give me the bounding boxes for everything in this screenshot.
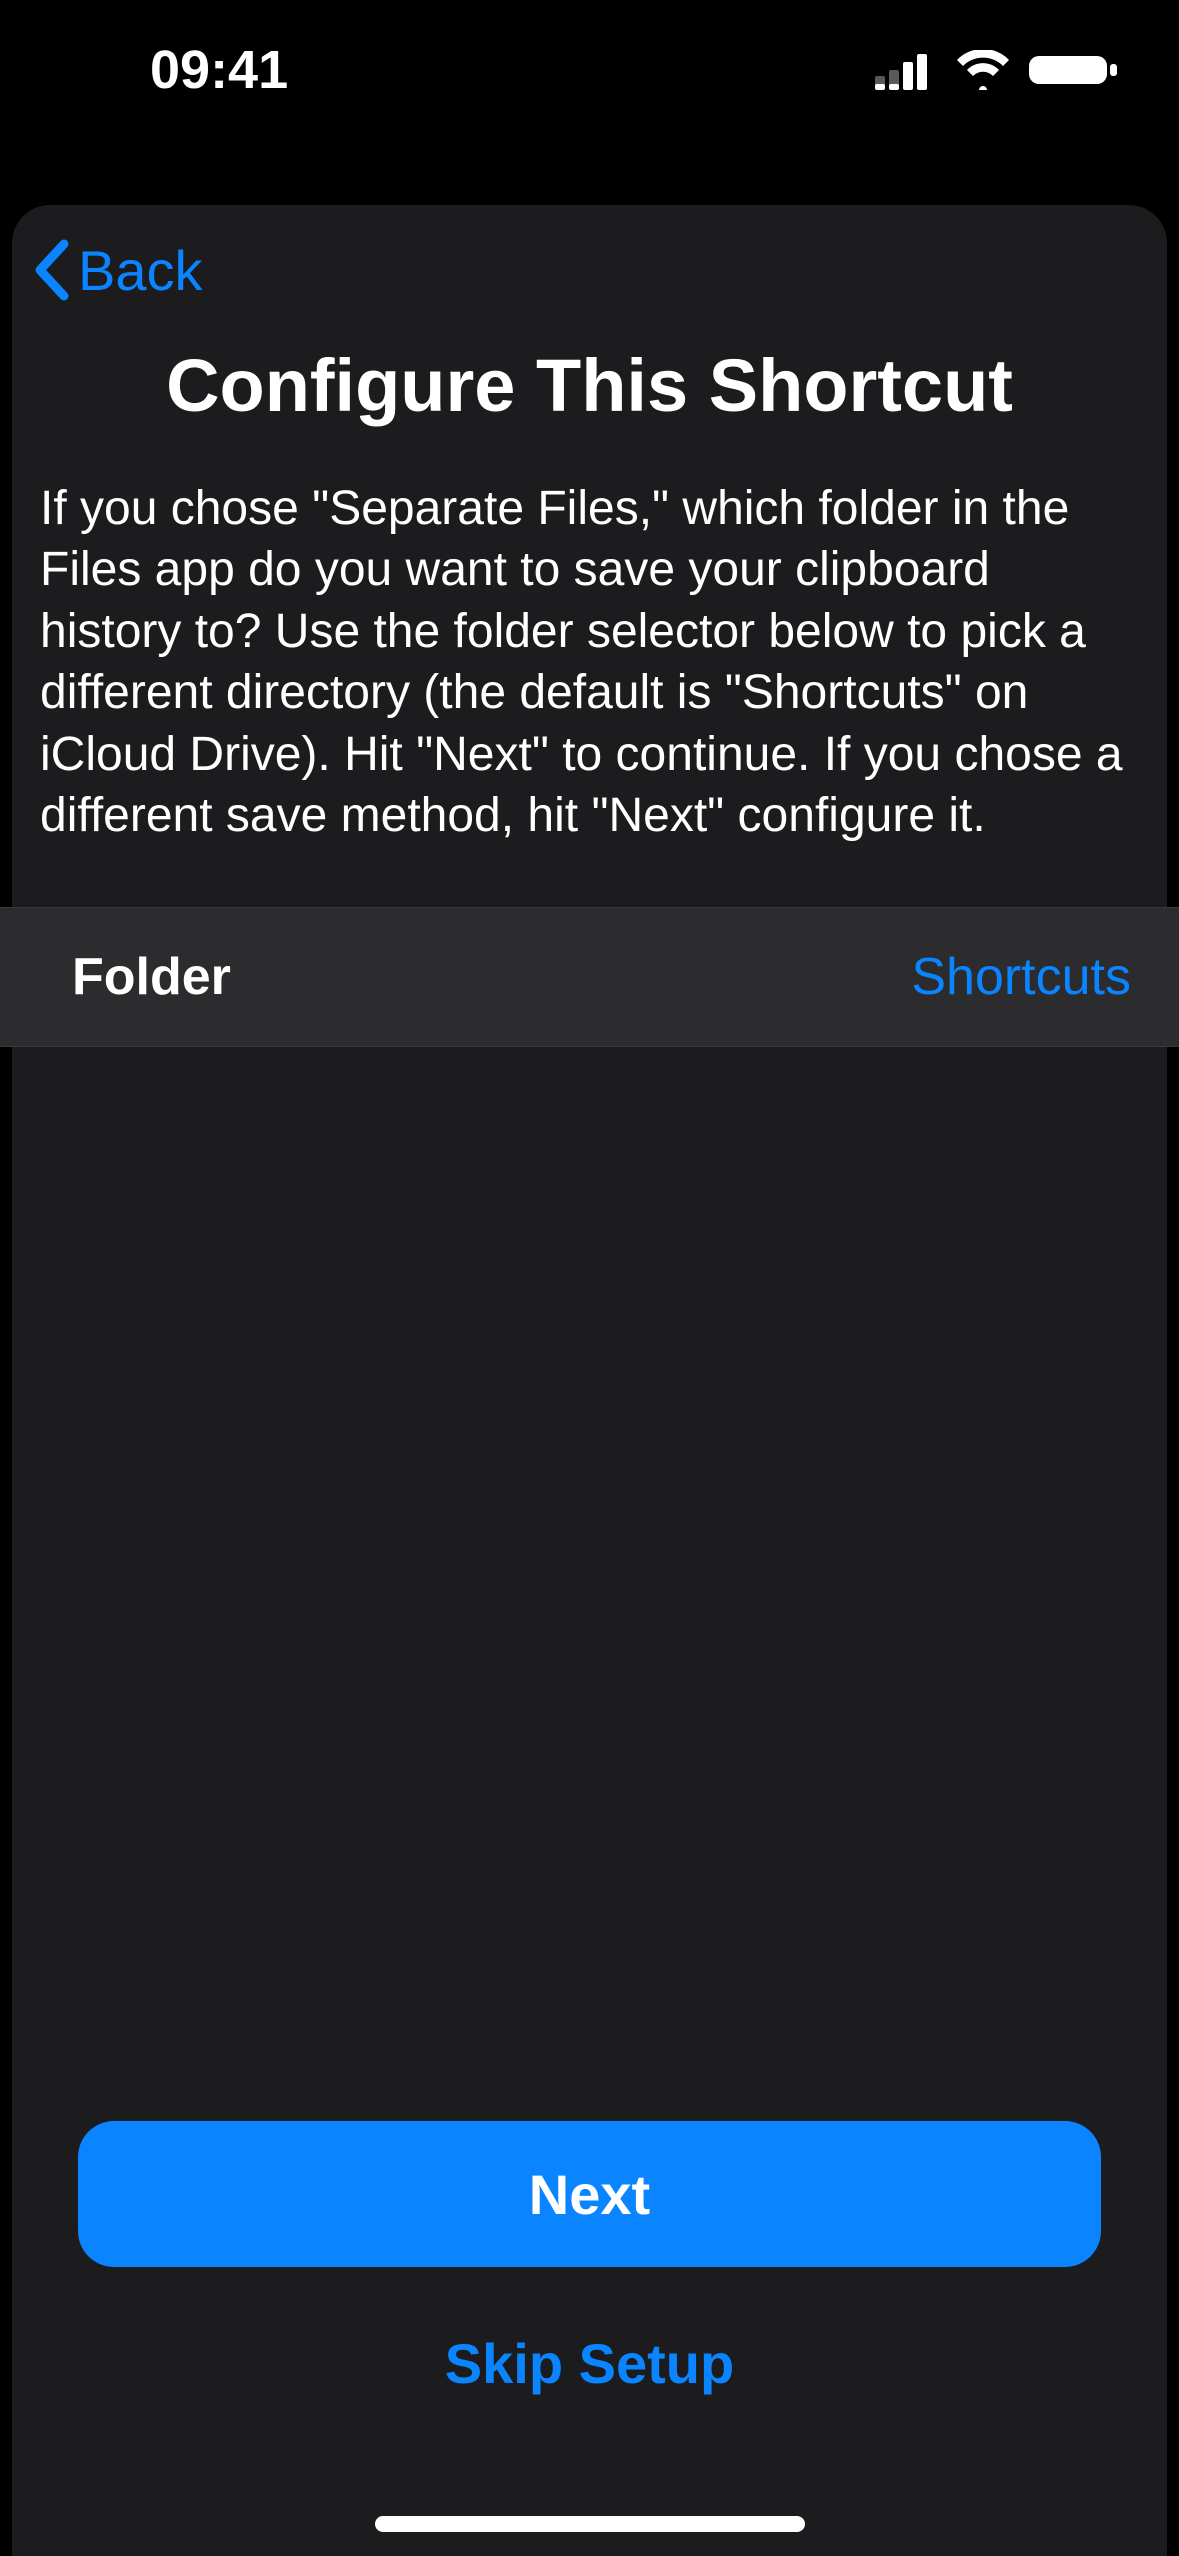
wifi-icon	[955, 50, 1011, 90]
folder-selector-row[interactable]: Folder Shortcuts	[0, 907, 1179, 1047]
status-indicators	[875, 50, 1119, 90]
back-label: Back	[78, 238, 203, 303]
modal-sheet: Back Configure This Shortcut If you chos…	[12, 205, 1167, 2556]
content-area: Configure This Shortcut If you chose "Se…	[12, 335, 1167, 2556]
bottom-actions: Next Skip Setup	[12, 2121, 1167, 2556]
spacer	[12, 1047, 1167, 2121]
page-title: Configure This Shortcut	[12, 343, 1167, 428]
chevron-left-icon	[30, 238, 72, 302]
nav-bar: Back	[12, 205, 1167, 335]
folder-row-value: Shortcuts	[911, 947, 1131, 1007]
status-bar: 09:41	[0, 0, 1179, 140]
next-button[interactable]: Next	[78, 2121, 1101, 2267]
skip-setup-button[interactable]: Skip Setup	[78, 2331, 1101, 2396]
folder-row-label: Folder	[72, 947, 231, 1007]
home-indicator[interactable]	[375, 2516, 805, 2532]
page-description: If you chose "Separate Files," which fol…	[12, 478, 1167, 847]
cellular-signal-icon	[875, 50, 939, 90]
back-button[interactable]: Back	[30, 238, 203, 303]
battery-icon	[1027, 50, 1119, 90]
status-time: 09:41	[150, 39, 288, 101]
